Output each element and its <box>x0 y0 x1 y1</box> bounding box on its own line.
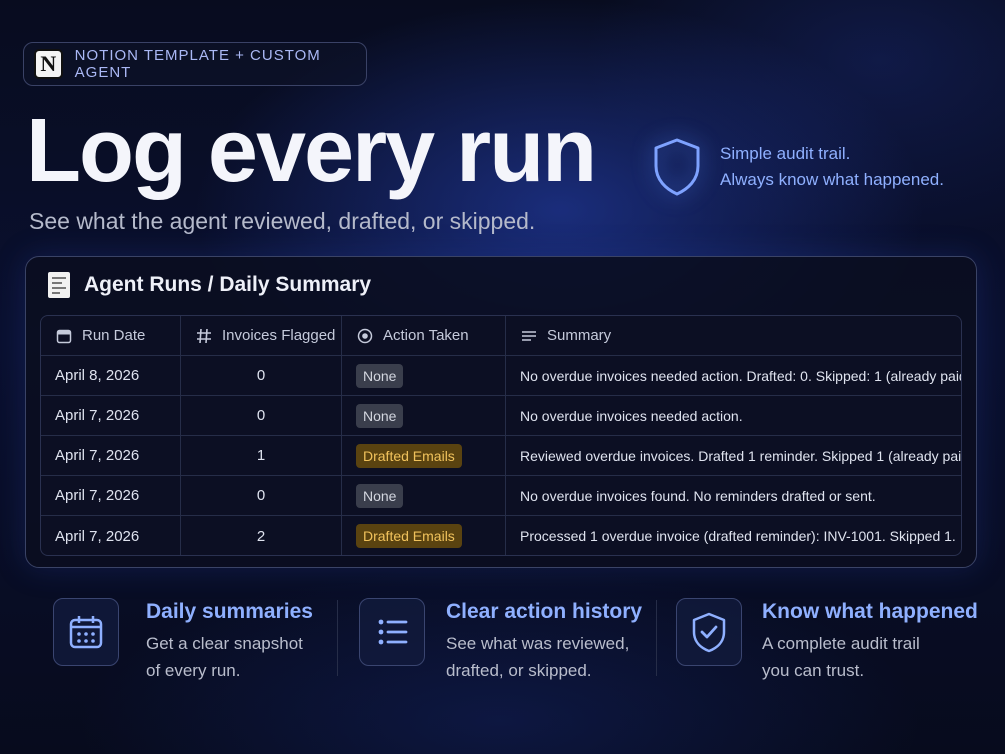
invoices-flagged-cell[interactable]: 0 <box>181 356 342 395</box>
feature-desc-line: Get a clear snapshot <box>146 634 303 653</box>
select-icon <box>356 327 374 345</box>
action-taken-cell[interactable]: None <box>342 396 506 435</box>
agent-runs-card: Agent Runs / Daily Summary Run Date Invo… <box>25 256 977 568</box>
table-row[interactable]: April 7, 2026 0 None No overdue invoices… <box>41 396 961 436</box>
table-row[interactable]: April 7, 2026 1 Drafted Emails Reviewed … <box>41 436 961 476</box>
column-header-invoices-flagged[interactable]: Invoices Flagged <box>181 316 342 355</box>
list-icon <box>359 598 425 666</box>
column-label: Run Date <box>82 327 146 344</box>
hero-title: Log every run <box>26 101 597 201</box>
action-tag: None <box>356 363 404 388</box>
shield-check-icon <box>676 598 742 666</box>
text-lines-icon <box>520 327 538 345</box>
feature-desc-line: See what was reviewed, <box>446 634 630 653</box>
action-tag: None <box>356 483 404 508</box>
invoices-flagged-cell[interactable]: 0 <box>181 396 342 435</box>
invoices-flagged-cell[interactable]: 2 <box>181 516 342 555</box>
feature-description: See what was reviewed, drafted, or skipp… <box>446 630 629 684</box>
action-taken-cell[interactable]: None <box>342 356 506 395</box>
table-header-row: Run Date Invoices Flagged Action Taken S… <box>41 316 961 356</box>
calendar-icon <box>53 598 119 666</box>
database-title[interactable]: Agent Runs / Daily Summary <box>84 273 371 297</box>
action-taken-cell[interactable]: None <box>342 476 506 515</box>
action-tag: None <box>356 403 404 428</box>
feature-title: Clear action history <box>446 600 643 623</box>
action-tag: Drafted Emails <box>356 524 462 548</box>
column-label: Invoices Flagged <box>222 327 336 344</box>
notion-logo-icon: N <box>34 49 63 79</box>
run-date-cell[interactable]: April 7, 2026 <box>41 396 181 435</box>
action-taken-cell[interactable]: Drafted Emails <box>342 516 506 555</box>
invoices-flagged-cell[interactable]: 0 <box>181 476 342 515</box>
summary-cell[interactable]: Reviewed overdue invoices. Drafted 1 rem… <box>506 436 961 475</box>
invoices-flagged-cell[interactable]: 1 <box>181 436 342 475</box>
audit-line-1: Simple audit trail. <box>720 144 851 163</box>
column-header-run-date[interactable]: Run Date <box>41 316 181 355</box>
column-label: Action Taken <box>383 327 469 344</box>
feature-title: Know what happened <box>762 600 978 623</box>
audit-trail-note: Simple audit trail. Always know what hap… <box>720 141 944 193</box>
column-header-summary[interactable]: Summary <box>506 316 961 355</box>
feature-title: Daily summaries <box>146 600 313 623</box>
column-label: Summary <box>547 327 612 344</box>
run-date-cell[interactable]: April 8, 2026 <box>41 356 181 395</box>
shield-icon <box>650 136 704 198</box>
receipt-icon <box>48 272 70 298</box>
card-header: Agent Runs / Daily Summary <box>48 272 371 298</box>
hero-subtitle: See what the agent reviewed, drafted, or… <box>29 208 536 234</box>
run-date-cell[interactable]: April 7, 2026 <box>41 476 181 515</box>
feature-desc-line: A complete audit trail <box>762 634 920 653</box>
audit-line-2: Always know what happened. <box>720 170 944 189</box>
template-badge: N NOTION TEMPLATE + CUSTOM AGENT <box>23 42 367 86</box>
summary-cell[interactable]: No overdue invoices found. No reminders … <box>506 476 961 515</box>
run-date-cell[interactable]: April 7, 2026 <box>41 516 181 555</box>
summary-cell[interactable]: Processed 1 overdue invoice (drafted rem… <box>506 516 961 555</box>
column-header-action-taken[interactable]: Action Taken <box>342 316 506 355</box>
table-row[interactable]: April 8, 2026 0 None No overdue invoices… <box>41 356 961 396</box>
runs-table: Run Date Invoices Flagged Action Taken S… <box>40 315 962 556</box>
feature-desc-line: of every run. <box>146 661 241 680</box>
feature-divider <box>337 600 338 676</box>
calendar-icon <box>55 327 73 345</box>
table-row[interactable]: April 7, 2026 0 None No overdue invoices… <box>41 476 961 516</box>
table-row[interactable]: April 7, 2026 2 Drafted Emails Processed… <box>41 516 961 555</box>
action-taken-cell[interactable]: Drafted Emails <box>342 436 506 475</box>
run-date-cell[interactable]: April 7, 2026 <box>41 436 181 475</box>
action-tag: Drafted Emails <box>356 443 462 468</box>
feature-description: Get a clear snapshot of every run. <box>146 630 303 684</box>
summary-cell[interactable]: No overdue invoices needed action. Draft… <box>506 356 961 395</box>
feature-divider <box>656 600 657 676</box>
feature-desc-line: drafted, or skipped. <box>446 661 592 680</box>
summary-cell[interactable]: No overdue invoices needed action. <box>506 396 961 435</box>
hash-icon <box>195 327 213 345</box>
feature-description: A complete audit trail you can trust. <box>762 630 920 684</box>
badge-label: NOTION TEMPLATE + CUSTOM AGENT <box>74 47 321 81</box>
feature-desc-line: you can trust. <box>762 661 865 680</box>
